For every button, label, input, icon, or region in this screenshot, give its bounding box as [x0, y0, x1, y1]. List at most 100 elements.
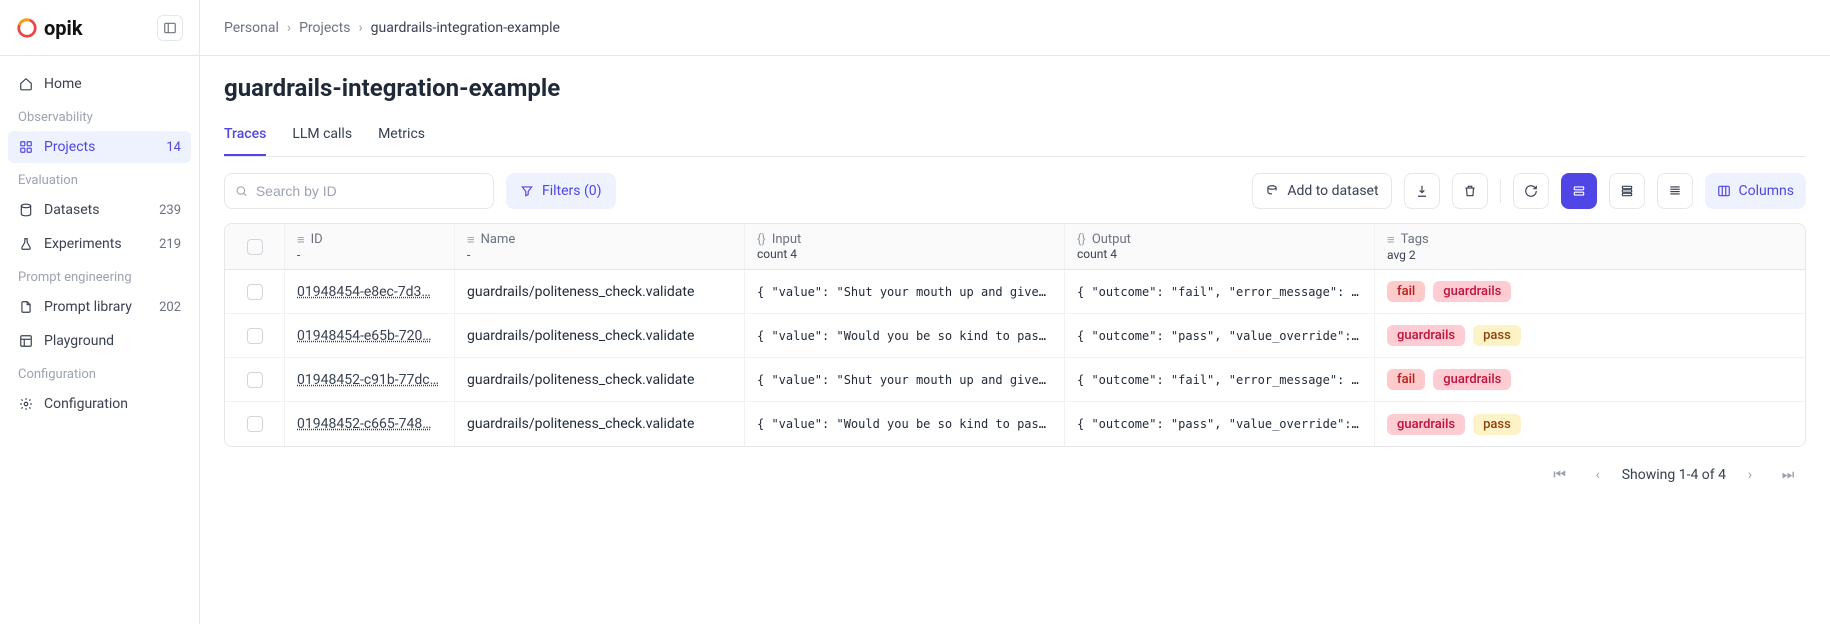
cell-tags: failguardrails	[1375, 270, 1805, 313]
cell-input: { "value": "Shut your mouth up and give …	[745, 270, 1065, 313]
row-checkbox[interactable]	[247, 284, 263, 300]
braces-icon: {}	[757, 232, 766, 247]
gear-icon	[18, 397, 34, 411]
cell-output: { "outcome": "fail", "error_message": "T…	[1065, 358, 1375, 401]
density-compact-button[interactable]	[1657, 173, 1693, 209]
logo-row: opik	[0, 0, 199, 56]
braces-icon: {}	[1077, 232, 1086, 247]
col-id[interactable]: ≡ID -	[285, 224, 455, 269]
col-output[interactable]: {}Output count 4	[1065, 224, 1375, 269]
sidebar-item-configuration[interactable]: Configuration	[8, 388, 191, 420]
cell-id: 01948454-e8ec-7d3…	[285, 270, 455, 313]
tab-llm-calls[interactable]: LLM calls	[292, 118, 352, 156]
tab-traces[interactable]: Traces	[224, 118, 266, 156]
tags-wrap: guardrails pass	[1387, 325, 1793, 346]
table-row[interactable]: 01948454-e8ec-7d3… guardrails/politeness…	[225, 270, 1805, 314]
input-text: { "value": "Shut your mouth up and give …	[757, 373, 1052, 387]
refresh-button[interactable]	[1513, 173, 1549, 209]
sidebar: opik Home Observability Projects 14 Eval…	[0, 0, 200, 624]
chevron-right-icon: ›	[287, 20, 291, 36]
add-to-dataset-label: Add to dataset	[1287, 183, 1378, 199]
add-to-dataset-button[interactable]: Add to dataset	[1252, 173, 1391, 209]
col-name[interactable]: ≡Name -	[455, 224, 745, 269]
columns-icon	[1717, 184, 1731, 198]
nav-section-configuration: Configuration	[8, 359, 191, 386]
table-row[interactable]: 01948454-e65b-720… guardrails/politeness…	[225, 314, 1805, 358]
search-input[interactable]	[256, 183, 483, 199]
col-input[interactable]: {}Input count 4	[745, 224, 1065, 269]
row-checkbox-cell	[225, 402, 285, 446]
name-text: guardrails/politeness_check.validate	[467, 416, 732, 432]
id-link[interactable]: 01948452-c665-748…	[297, 416, 442, 432]
table-row[interactable]: 01948452-c665-748… guardrails/politeness…	[225, 402, 1805, 446]
row-checkbox-cell	[225, 270, 285, 313]
rows-small-icon	[1668, 184, 1682, 198]
sidebar-item-playground[interactable]: Playground	[8, 325, 191, 357]
tabs: Traces LLM calls Metrics	[224, 118, 1806, 157]
columns-label: Columns	[1739, 183, 1794, 199]
id-link[interactable]: 01948454-e8ec-7d3…	[297, 284, 442, 300]
id-link[interactable]: 01948454-e65b-720…	[297, 328, 442, 344]
cell-output: { "outcome": "pass", "value_override": "…	[1065, 314, 1375, 357]
sidebar-item-experiments[interactable]: Experiments 219	[8, 228, 191, 260]
sidebar-item-datasets[interactable]: Datasets 239	[8, 194, 191, 226]
cell-name: guardrails/politeness_check.validate	[455, 270, 745, 313]
search-input-wrapper[interactable]	[224, 173, 494, 209]
breadcrumb-current: guardrails-integration-example	[371, 20, 560, 36]
first-page-button[interactable]: ⏮	[1546, 461, 1574, 489]
sidebar-item-projects[interactable]: Projects 14	[8, 131, 191, 163]
prev-page-button[interactable]: ‹	[1584, 461, 1612, 489]
input-text: { "value": "Would you be so kind to pass…	[757, 417, 1052, 431]
density-comfortable-button[interactable]	[1561, 173, 1597, 209]
sidebar-item-home[interactable]: Home	[8, 68, 191, 100]
tag-guardrails: guardrails	[1387, 325, 1465, 346]
filters-button[interactable]: Filters (0)	[506, 173, 616, 209]
tag-pass: pass	[1473, 325, 1521, 346]
logo[interactable]: opik	[16, 16, 83, 40]
sidebar-item-count: 202	[159, 300, 181, 315]
columns-button[interactable]: Columns	[1705, 173, 1806, 209]
select-all-checkbox[interactable]	[247, 239, 263, 255]
cell-input: { "value": "Would you be so kind to pass…	[745, 314, 1065, 357]
row-checkbox[interactable]	[247, 416, 263, 432]
row-checkbox[interactable]	[247, 328, 263, 344]
row-checkbox[interactable]	[247, 372, 263, 388]
tag-guardrails: guardrails	[1433, 369, 1511, 390]
rows-large-icon	[1572, 184, 1586, 198]
sidebar-item-prompt-library[interactable]: Prompt library 202	[8, 291, 191, 323]
sidebar-item-label: Home	[44, 76, 82, 92]
grid-icon	[18, 140, 34, 154]
next-page-button[interactable]: ›	[1736, 461, 1764, 489]
logo-icon	[16, 17, 38, 39]
main: Personal › Projects › guardrails-integra…	[200, 0, 1830, 624]
content: guardrails-integration-example Traces LL…	[200, 56, 1830, 624]
delete-button[interactable]	[1452, 173, 1488, 209]
sidebar-item-label: Projects	[44, 139, 95, 155]
nav-section-observability: Observability	[8, 102, 191, 129]
sidebar-item-count: 239	[159, 203, 181, 218]
download-button[interactable]	[1404, 173, 1440, 209]
sidebar-item-label: Playground	[44, 333, 114, 349]
breadcrumb-projects[interactable]: Projects	[299, 20, 350, 36]
table-row[interactable]: 01948452-c91b-77dc… guardrails/politenes…	[225, 358, 1805, 402]
database-icon	[18, 203, 34, 217]
last-page-button[interactable]: ⏭	[1774, 461, 1802, 489]
cell-id: 01948452-c665-748…	[285, 402, 455, 446]
col-checkbox	[225, 224, 285, 269]
breadcrumb-personal[interactable]: Personal	[224, 20, 279, 36]
id-link[interactable]: 01948452-c91b-77dc…	[297, 372, 442, 388]
input-text: { "value": "Shut your mouth up and give …	[757, 285, 1052, 299]
cell-tags: failguardrails	[1375, 358, 1805, 401]
hash-icon: ≡	[297, 232, 305, 248]
collapse-sidebar-button[interactable]	[157, 15, 183, 41]
layout-icon	[18, 334, 34, 348]
tab-metrics[interactable]: Metrics	[378, 118, 425, 156]
tag-pass: pass	[1473, 414, 1521, 435]
col-tags[interactable]: ≡Tags avg 2	[1375, 224, 1805, 269]
output-text: { "outcome": "pass", "value_override": "…	[1077, 417, 1362, 431]
rows-medium-icon	[1620, 184, 1634, 198]
input-text: { "value": "Would you be so kind to pass…	[757, 329, 1052, 343]
density-medium-button[interactable]	[1609, 173, 1645, 209]
nav-section-prompt: Prompt engineering	[8, 262, 191, 289]
cell-input: { "value": "Would you be so kind to pass…	[745, 402, 1065, 446]
